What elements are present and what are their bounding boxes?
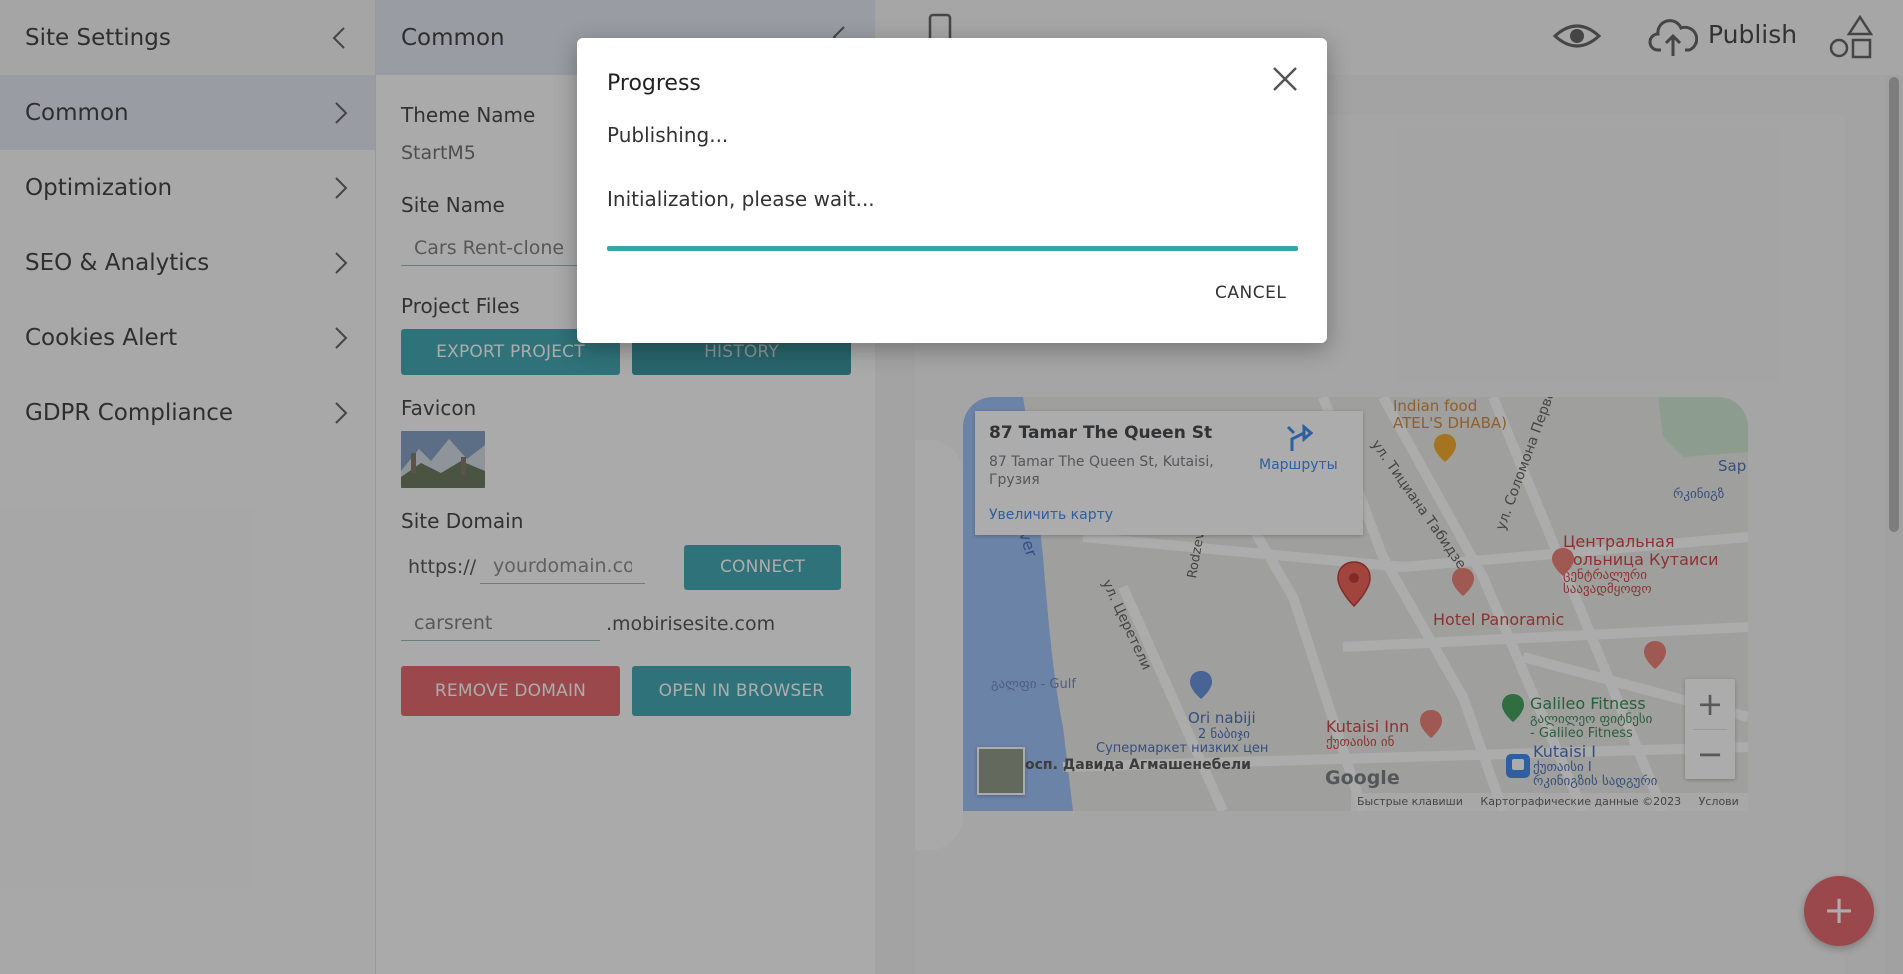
progress-bar-fill [607,246,1298,251]
close-icon[interactable] [1267,61,1303,97]
publish-status-text: Publishing... [607,123,729,147]
progress-bar [607,246,1298,251]
cancel-button[interactable]: CANCEL [1215,283,1286,303]
progress-dialog: Progress Publishing... Initialization, p… [577,38,1327,343]
dialog-title: Progress [607,71,701,96]
progress-message: Initialization, please wait... [607,187,875,211]
